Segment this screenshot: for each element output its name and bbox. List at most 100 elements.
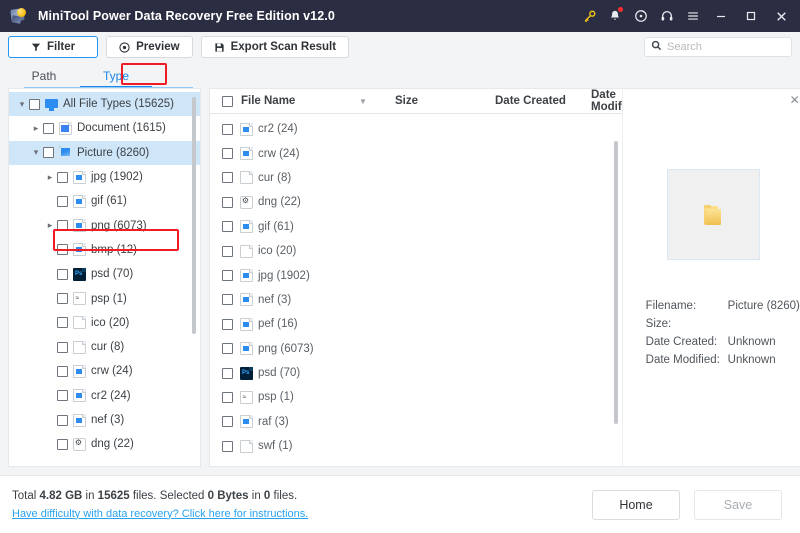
table-row[interactable]: crw (24) [210,141,622,165]
preview-field: Filename: Picture (8260) [646,297,800,315]
sort-descending-icon[interactable]: ▼ [359,97,395,106]
row-checkbox[interactable] [222,416,233,428]
tree-item[interactable]: ⚙ dng (22) [9,432,200,456]
caret-down-icon[interactable]: ▾ [29,147,43,158]
tree-item-checkbox[interactable] [57,195,68,207]
help-link[interactable]: Have difficulty with data recovery? Clic… [12,508,308,520]
table-row[interactable]: cur (8) [210,166,622,190]
tree-item-checkbox[interactable] [57,293,68,305]
tree-item-checkbox[interactable] [29,98,40,110]
table-row[interactable]: jpg (1902) [210,263,622,287]
close-button[interactable] [766,1,796,31]
caret-right-icon[interactable]: ▸ [43,220,57,231]
table-row[interactable]: nef (3) [210,288,622,312]
table-row[interactable]: swf (1) [210,434,622,458]
table-row[interactable]: ⚙ dng (22) [210,190,622,214]
tree-item-checkbox[interactable] [57,268,68,280]
row-checkbox[interactable] [222,294,233,306]
row-checkbox[interactable] [222,172,233,184]
tree-item[interactable]: gif (61) [9,189,200,213]
row-checkbox[interactable] [222,123,233,135]
tree-item[interactable]: nef (3) [9,408,200,432]
table-row[interactable]: pef (16) [210,312,622,336]
maximize-button[interactable] [736,1,766,31]
export-scan-result-button[interactable]: Export Scan Result [200,36,350,58]
file-list-scrollbar[interactable] [613,141,618,424]
tree-item-checkbox[interactable] [57,317,68,329]
headphones-icon[interactable] [654,1,680,31]
disc-icon[interactable] [628,1,654,31]
tree-item-icon [73,364,86,378]
row-checkbox[interactable] [222,196,233,208]
tab-path[interactable]: Path [8,69,80,88]
row-checkbox[interactable] [222,391,233,403]
tree-item-checkbox[interactable] [57,365,68,377]
tab-type[interactable]: Type [80,69,152,88]
table-row[interactable]: Ps psd (70) [210,361,622,385]
caret-down-icon[interactable]: ▾ [15,99,29,110]
filter-icon [31,42,41,52]
tree-item-checkbox[interactable] [57,244,68,256]
home-button[interactable]: Home [592,489,680,520]
tree-item-checkbox[interactable] [43,122,54,134]
tree-item[interactable]: ≈ psp (1) [9,286,200,310]
preview-field-key: Date Created: [645,336,718,348]
tree-item[interactable]: ▾ Picture (8260) [9,140,200,165]
row-checkbox[interactable] [222,318,233,330]
save-button[interactable]: Save [694,489,782,520]
tree-item[interactable]: ▾ All File Types (15625) [9,92,200,117]
search-input[interactable] [667,41,785,53]
close-icon[interactable]: ✕ [790,94,800,106]
row-checkbox[interactable] [222,148,233,160]
tree-item-checkbox[interactable] [57,438,68,450]
tree-item[interactable]: Ps psd (70) [9,262,200,286]
tree-item-icon [45,98,58,111]
column-date-created[interactable]: Date Created [495,95,591,107]
table-row[interactable]: raf (3) [210,410,622,434]
tree-item-checkbox[interactable] [57,414,68,426]
table-row[interactable]: ico (20) [210,239,622,263]
table-row[interactable]: png (6073) [210,337,622,361]
table-row[interactable]: gif (61) [210,215,622,239]
tree-item[interactable]: bmp (12) [9,238,200,262]
bell-icon[interactable] [602,1,628,31]
row-checkbox[interactable] [222,367,233,379]
row-checkbox[interactable] [222,221,233,233]
caret-right-icon[interactable]: ▸ [29,123,43,134]
cell-file-name: pef (16) [258,318,298,331]
filter-button[interactable]: Filter [8,36,99,58]
tree-item-checkbox[interactable] [43,147,54,159]
table-row[interactable]: ≈ psp (1) [210,385,622,409]
row-checkbox[interactable] [222,343,233,355]
tree-item-checkbox[interactable] [57,171,68,183]
tree-scrollbar[interactable] [192,97,196,334]
tree-item-checkbox[interactable] [57,220,68,232]
column-file-name[interactable]: File Name [241,95,359,107]
tree-item[interactable]: ▸ Document (1615) [9,116,200,140]
key-icon[interactable] [576,1,602,31]
column-size[interactable]: Size [395,95,495,107]
row-checkbox[interactable] [222,270,233,282]
status-total-files: 15625 [97,490,130,503]
column-date-modified[interactable]: Date Modif [591,89,622,113]
tree-item[interactable]: ico (20) [9,311,200,335]
tree-item[interactable]: ▸ png (6073) [9,213,200,237]
preview-button[interactable]: Preview [106,36,193,58]
tree-item[interactable]: cr2 (24) [9,384,200,408]
select-all-checkbox[interactable] [222,95,233,107]
tree-item[interactable]: crw (24) [9,359,200,383]
search-box[interactable] [644,37,792,57]
row-checkbox[interactable] [222,245,233,257]
minimize-button[interactable] [706,1,736,31]
caret-right-icon[interactable]: ▸ [43,172,57,183]
tree-item[interactable]: cur (8) [9,335,200,359]
hamburger-menu-icon[interactable] [680,1,706,31]
tree-item[interactable]: ▸ jpg (1902) [9,165,200,189]
tab-type-label: Type [102,69,129,83]
tree-item-label: psd (70) [91,268,134,281]
table-row[interactable]: cr2 (24) [210,117,622,141]
tab-bar: Path Type [8,62,201,88]
tree-item-checkbox[interactable] [57,341,68,353]
tree-item-checkbox[interactable] [57,390,68,402]
row-checkbox[interactable] [222,440,233,452]
